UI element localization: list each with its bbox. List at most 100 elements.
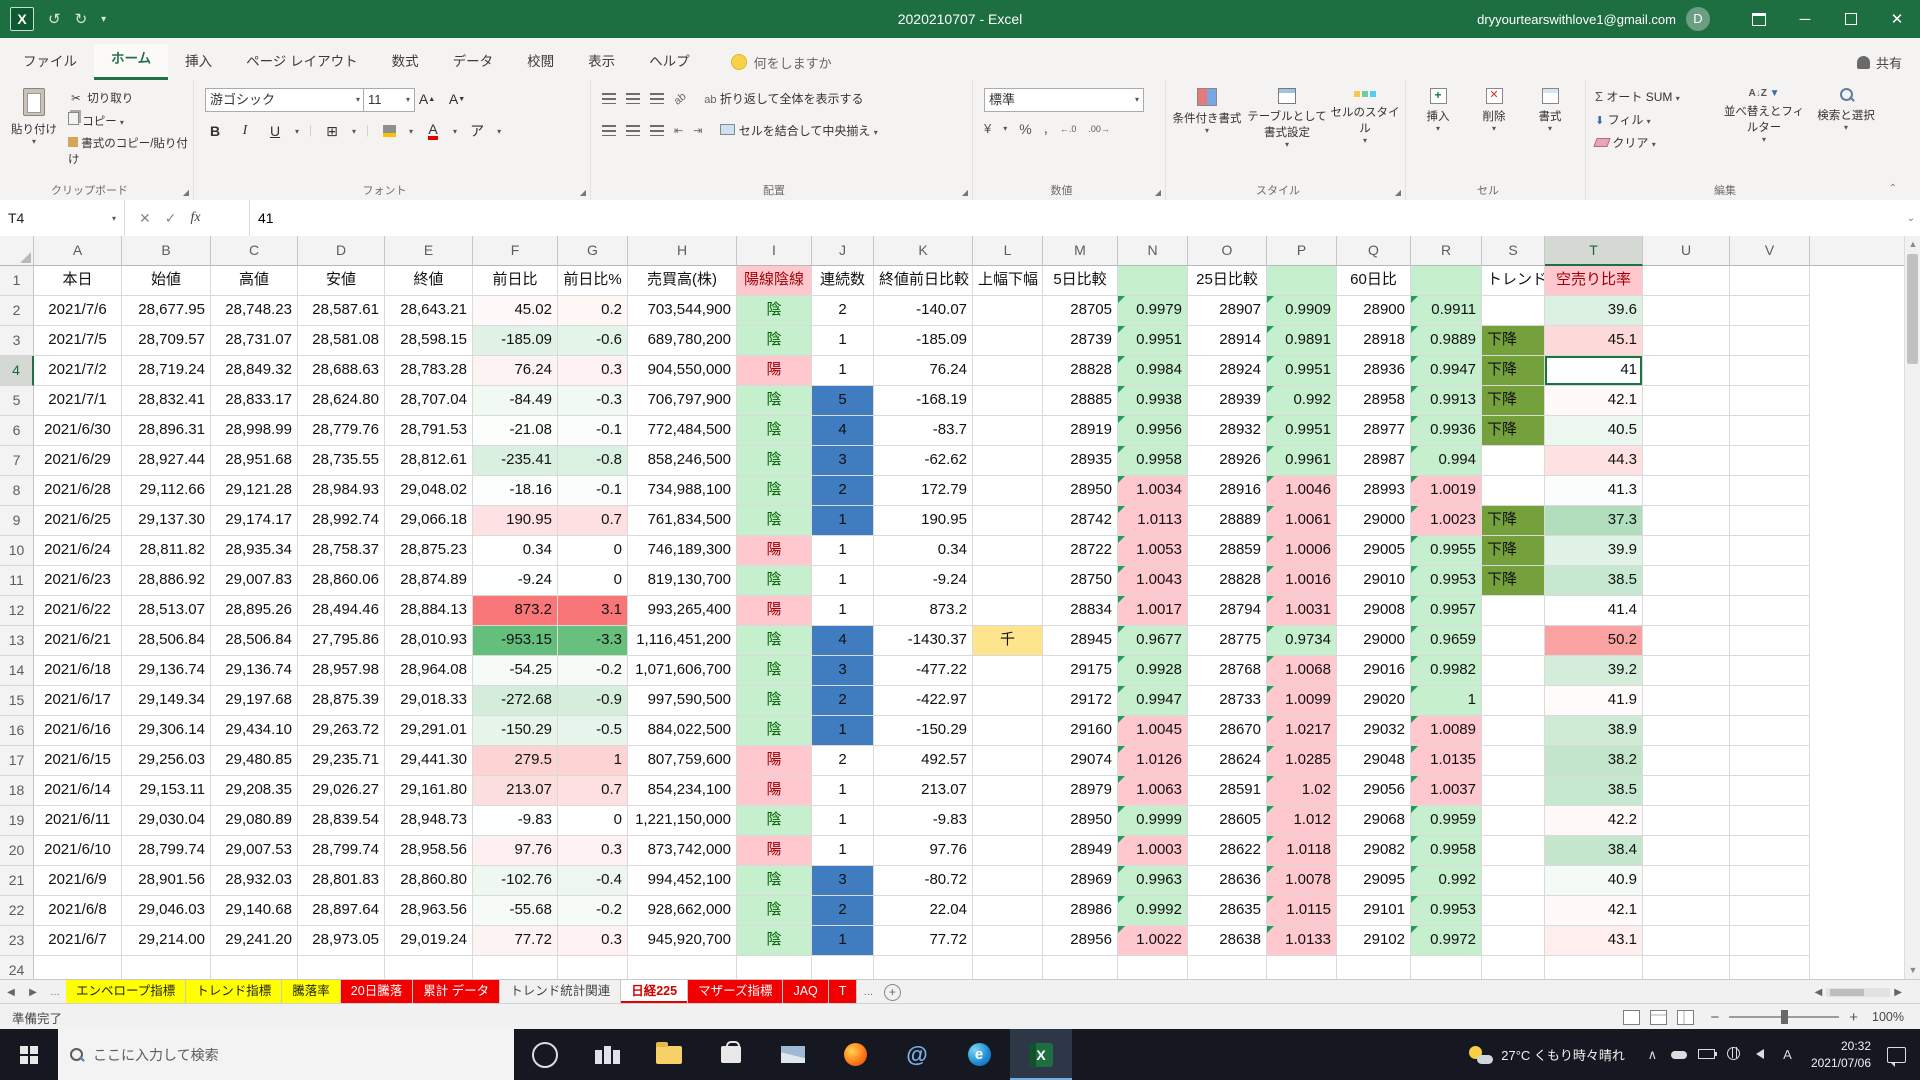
cell-V21[interactable] xyxy=(1730,866,1810,896)
cell-V18[interactable] xyxy=(1730,776,1810,806)
cell-R2[interactable]: 0.9911 xyxy=(1411,296,1482,326)
cell-B19[interactable]: 29,030.04 xyxy=(122,806,211,836)
cell-N3[interactable]: 0.9951 xyxy=(1118,326,1188,356)
cell-E18[interactable]: 29,161.80 xyxy=(385,776,473,806)
cell-K23[interactable]: 77.72 xyxy=(874,926,973,956)
cell-H8[interactable]: 734,988,100 xyxy=(628,476,737,506)
row-header-15[interactable]: 15 xyxy=(0,686,34,716)
cell-I11[interactable]: 陰 xyxy=(737,566,812,596)
column-header-L[interactable]: L xyxy=(973,236,1043,266)
new-sheet-button[interactable]: + xyxy=(879,980,905,1004)
cell-A11[interactable]: 2021/6/23 xyxy=(34,566,122,596)
cell-B2[interactable]: 28,677.95 xyxy=(122,296,211,326)
cell-K9[interactable]: 190.95 xyxy=(874,506,973,536)
undo-icon[interactable]: ↺ xyxy=(48,10,61,28)
cell-I22[interactable]: 陰 xyxy=(737,896,812,926)
cell-C22[interactable]: 29,140.68 xyxy=(211,896,298,926)
cell-H7[interactable]: 858,246,500 xyxy=(628,446,737,476)
cell-O16[interactable]: 28670 xyxy=(1188,716,1267,746)
cell-J21[interactable]: 3 xyxy=(812,866,874,896)
cell-D4[interactable]: 28,688.63 xyxy=(298,356,385,386)
cell-N16[interactable]: 1.0045 xyxy=(1118,716,1188,746)
conditional-formatting-button[interactable]: 条件付き書式 ▾ xyxy=(1169,88,1245,135)
cell-S1[interactable]: トレンド xyxy=(1482,266,1545,296)
cell-D11[interactable]: 28,860.06 xyxy=(298,566,385,596)
cell-R8[interactable]: 1.0019 xyxy=(1411,476,1482,506)
format-cells-button[interactable]: 書式 ▾ xyxy=(1523,88,1577,133)
delete-cells-button[interactable]: ✕ 削除 ▾ xyxy=(1467,88,1521,133)
cell-K16[interactable]: -150.29 xyxy=(874,716,973,746)
cell-I10[interactable]: 陽 xyxy=(737,536,812,566)
cell-N6[interactable]: 0.9956 xyxy=(1118,416,1188,446)
cell-J15[interactable]: 2 xyxy=(812,686,874,716)
cell-Q11[interactable]: 29010 xyxy=(1337,566,1411,596)
cell-O6[interactable]: 28932 xyxy=(1188,416,1267,446)
cell-U17[interactable] xyxy=(1643,746,1730,776)
cell-S7[interactable] xyxy=(1482,446,1545,476)
cell-P21[interactable]: 1.0078 xyxy=(1267,866,1337,896)
cell-S5[interactable]: 下降 xyxy=(1482,386,1545,416)
cell-P5[interactable]: 0.992 xyxy=(1267,386,1337,416)
cell-L23[interactable] xyxy=(973,926,1043,956)
cell-Q7[interactable]: 28987 xyxy=(1337,446,1411,476)
cancel-entry-icon[interactable]: ✕ xyxy=(139,210,151,227)
cell-O13[interactable]: 28775 xyxy=(1188,626,1267,656)
cell-O19[interactable]: 28605 xyxy=(1188,806,1267,836)
cell-C19[interactable]: 29,080.89 xyxy=(211,806,298,836)
column-header-T[interactable]: T xyxy=(1545,236,1643,266)
cell-R14[interactable]: 0.9982 xyxy=(1411,656,1482,686)
cell-E23[interactable]: 29,019.24 xyxy=(385,926,473,956)
row-header-12[interactable]: 12 xyxy=(0,596,34,626)
column-header-R[interactable]: R xyxy=(1411,236,1482,266)
cell-B6[interactable]: 28,896.31 xyxy=(122,416,211,446)
cell-L5[interactable] xyxy=(973,386,1043,416)
cell-P10[interactable]: 1.0006 xyxy=(1267,536,1337,566)
sheet-tab-0[interactable]: エンベロープ指標 xyxy=(66,980,186,1004)
cell-F5[interactable]: -84.49 xyxy=(473,386,558,416)
cell-P3[interactable]: 0.9891 xyxy=(1267,326,1337,356)
cell-S9[interactable]: 下降 xyxy=(1482,506,1545,536)
column-header-P[interactable]: P xyxy=(1267,236,1337,266)
cell-E3[interactable]: 28,598.15 xyxy=(385,326,473,356)
row-header-6[interactable]: 6 xyxy=(0,416,34,446)
cell-G3[interactable]: -0.6 xyxy=(558,326,628,356)
cell-T8[interactable]: 41.3 xyxy=(1545,476,1643,506)
cell-T1[interactable]: 空売り比率 xyxy=(1545,266,1643,296)
sheet-tab-1[interactable]: トレンド指標 xyxy=(186,980,282,1004)
insert-function-icon[interactable]: fx xyxy=(190,210,200,226)
cell-R23[interactable]: 0.9972 xyxy=(1411,926,1482,956)
cell-Q2[interactable]: 28900 xyxy=(1337,296,1411,326)
cell-I16[interactable]: 陰 xyxy=(737,716,812,746)
cell-R17[interactable]: 1.0135 xyxy=(1411,746,1482,776)
cell-C23[interactable]: 29,241.20 xyxy=(211,926,298,956)
cell-G5[interactable]: -0.3 xyxy=(558,386,628,416)
cell-C4[interactable]: 28,849.32 xyxy=(211,356,298,386)
cell-P4[interactable]: 0.9951 xyxy=(1267,356,1337,386)
cell-E16[interactable]: 29,291.01 xyxy=(385,716,473,746)
cell-U20[interactable] xyxy=(1643,836,1730,866)
cell-Q13[interactable]: 29000 xyxy=(1337,626,1411,656)
cell-G16[interactable]: -0.5 xyxy=(558,716,628,746)
row-header-2[interactable]: 2 xyxy=(0,296,34,326)
cell-N2[interactable]: 0.9979 xyxy=(1118,296,1188,326)
cell-T24[interactable] xyxy=(1545,956,1643,979)
cell-M12[interactable]: 28834 xyxy=(1043,596,1118,626)
sheet-nav-right-icon[interactable]: ▶ xyxy=(22,980,44,1004)
cell-N9[interactable]: 1.0113 xyxy=(1118,506,1188,536)
cell-J2[interactable]: 2 xyxy=(812,296,874,326)
insert-cells-button[interactable]: + 挿入 ▾ xyxy=(1411,88,1465,133)
start-button[interactable] xyxy=(0,1029,58,1080)
cell-K24[interactable] xyxy=(874,956,973,979)
cell-M24[interactable] xyxy=(1043,956,1118,979)
cell-C24[interactable] xyxy=(211,956,298,979)
align-center-icon[interactable] xyxy=(626,125,640,136)
cell-F24[interactable] xyxy=(473,956,558,979)
cell-P2[interactable]: 0.9909 xyxy=(1267,296,1337,326)
cell-G19[interactable]: 0 xyxy=(558,806,628,836)
cell-O2[interactable]: 28907 xyxy=(1188,296,1267,326)
cell-O1[interactable]: 25日比較 xyxy=(1188,266,1267,296)
close-button[interactable]: ✕ xyxy=(1874,0,1920,38)
cell-M11[interactable]: 28750 xyxy=(1043,566,1118,596)
cell-U18[interactable] xyxy=(1643,776,1730,806)
cell-G13[interactable]: -3.3 xyxy=(558,626,628,656)
